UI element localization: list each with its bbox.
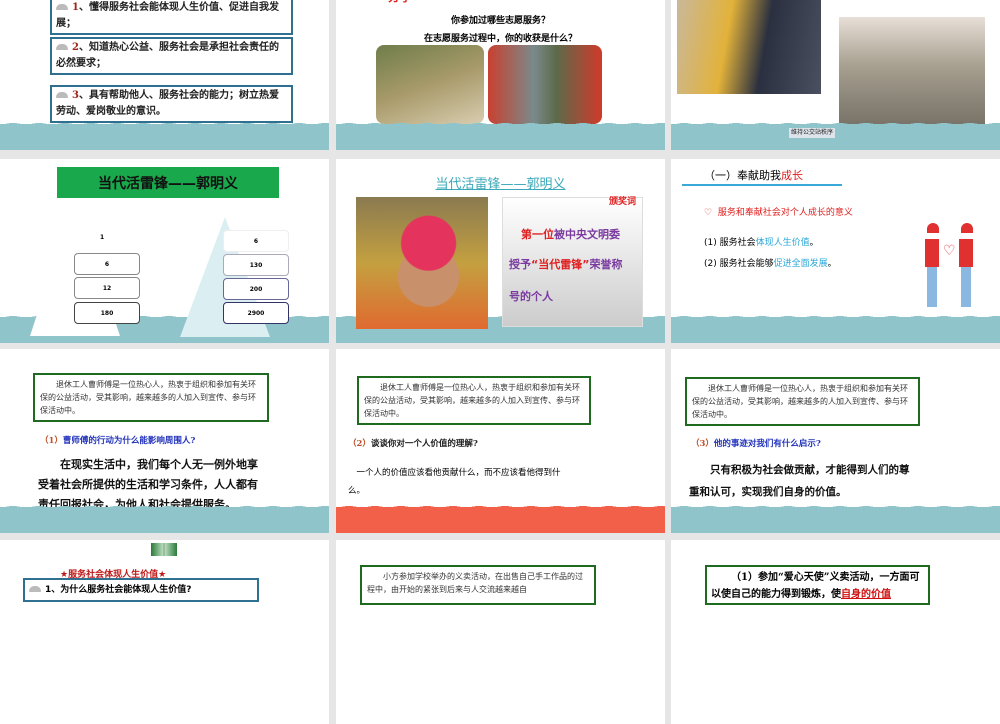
museum-guide-photo: [677, 0, 821, 94]
slide-thumbnail-3[interactable]: 维持公交站秩序: [671, 0, 1000, 150]
portrait-photo: [356, 197, 488, 329]
hat-icon: [56, 44, 68, 50]
question-1: 你参加过哪些志愿服务？: [450, 16, 550, 26]
volunteer-photo-street: [488, 45, 602, 124]
slide-thumbnail-11[interactable]: 小方参加学校举办的义卖活动，在出售自己手工作品的过程中，由开始的紧张到后来与人交…: [336, 540, 665, 724]
question: （2）谈谈你对一个人价值的理解?: [348, 437, 478, 449]
book-icon: [151, 543, 177, 556]
award-line-3: 号的个人: [509, 290, 553, 303]
question-box: 1、为什么服务社会能体现人生价值?: [23, 578, 259, 602]
value-left-1: 1: [100, 234, 105, 241]
value-right-4: 2900: [223, 302, 289, 324]
share-heading: 分享: [388, 0, 412, 5]
value-left-4: 180: [74, 302, 140, 324]
title-bar: 当代活雷锋——郭明义: [57, 167, 279, 198]
section-title: （一）奉献助我成长: [704, 167, 803, 183]
award-line-1: 被中央文明委: [554, 228, 620, 241]
slide-thumbnail-7[interactable]: 退休工人曹师傅是一位热心人，热衷于组织和参加有关环保的公益活动，受其影响，越来越…: [0, 349, 329, 533]
highlight-text: 第一位: [521, 228, 554, 241]
award-text-box: 颁奖词 第一位被中央文明委 授予“当代雷锋”荣誉称 号的个人: [502, 197, 643, 327]
bus-stop-photo: [839, 17, 985, 137]
item-1: (1) 服务社会体现人生价值。: [704, 235, 819, 248]
photo-caption: 维持公交站秩序: [789, 128, 836, 138]
story-box: 退休工人曹师傅是一位热心人，热衷于组织和参加有关环保的公益活动，受其影响，越来越…: [685, 377, 920, 426]
wave-band: [671, 120, 1000, 150]
item-2: (2) 服务社会能够促进全面发展。: [704, 256, 837, 269]
item-text: 。: [827, 259, 837, 269]
award-line-2b: 荣誉称: [589, 258, 623, 271]
award-label: 颁奖词: [608, 197, 636, 207]
value-right-2: 130: [223, 254, 289, 276]
title-highlight: 成长: [781, 169, 803, 182]
title-text: （一）奉献助我: [704, 169, 781, 182]
story-box: 退休工人曹师傅是一位热心人，热衷于组织和参加有关环保的公益活动，受其影响，越来越…: [357, 376, 591, 425]
wave-band: [671, 503, 1000, 533]
objective-3: 3、具有帮助他人、服务社会的能力；树立热爱劳动、爱岗敬业的意识。: [50, 85, 293, 123]
title-underline: [682, 184, 842, 186]
question-text: 1、为什么服务社会能体现人生价值?: [45, 585, 192, 595]
answer-box: （1）参加“爱心天使”义卖活动，一方面可以使自己的能力得到锻炼，使自身的价值: [705, 565, 930, 605]
person-icon: [29, 586, 41, 592]
value-left-2: 6: [74, 253, 140, 275]
question-text: 曹师傅的行动为什么能影响周围人?: [62, 436, 196, 446]
question-text: 他的事迹对我们有什么启示?: [713, 439, 821, 449]
slide-title: 当代活雷锋——郭明义: [435, 177, 566, 192]
point-line: ♡ 服务和奉献社会对个人成长的意义: [704, 205, 853, 218]
slide-thumbnail-12[interactable]: （1）参加“爱心天使”义卖活动，一方面可以使自己的能力得到锻炼，使自身的价值: [671, 540, 1000, 724]
slide-thumbnail-8[interactable]: 退休工人曹师傅是一位热心人，热衷于组织和参加有关环保的公益活动，受其影响，越来越…: [336, 349, 665, 533]
item-highlight: 体现人生价值: [755, 238, 810, 248]
wave-band: [336, 503, 665, 533]
value-left-3: 12: [74, 277, 140, 299]
hat-icon: [56, 92, 68, 98]
slide-thumbnail-4[interactable]: 当代活雷锋——郭明义 1 6 12 180 6 130 200 2900: [0, 159, 329, 343]
question-number: （2）: [348, 439, 371, 449]
slide-thumbnail-2[interactable]: 分享 你参加过哪些志愿服务？ 在志愿服务过程中，你的收获是什么？: [336, 0, 665, 150]
value-right-3: 200: [223, 278, 289, 300]
answer-highlight: 自身的价值: [841, 589, 891, 600]
question-number: （3）: [691, 439, 714, 449]
volunteer-photo-cleanup: [376, 45, 484, 124]
item-highlight: 促进全面发展: [773, 259, 828, 269]
item-text: (2) 服务社会能够: [704, 259, 774, 269]
heart-icon: ♡: [704, 208, 713, 218]
wave-band: [0, 503, 329, 533]
question-2: 在志愿服务过程中，你的收获是什么？: [423, 34, 577, 44]
slide-thumbnail-9[interactable]: 退休工人曹师傅是一位热心人，热衷于组织和参加有关环保的公益活动，受其影响，越来越…: [671, 349, 1000, 533]
answer-text: 只有积极为社会做贡献，才能得到人们的尊重和认可，实现我们自身的价值。: [689, 464, 910, 498]
item-text: 。: [809, 238, 819, 248]
wave-band: [0, 120, 329, 150]
wave-band: [336, 120, 665, 150]
value-right-1: 6: [223, 230, 289, 252]
point-text: 服务和奉献社会对个人成长的意义: [717, 208, 853, 218]
volunteer-cartoon: ♡: [923, 221, 981, 311]
objective-2: 2、知道热心公益、服务社会是承担社会责任的必然要求；: [50, 37, 293, 75]
story-box: 退休工人曹师傅是一位热心人，热衷于组织和参加有关环保的公益活动，受其影响，越来越…: [33, 373, 269, 422]
slide-thumbnail-6[interactable]: （一）奉献助我成长 ♡ 服务和奉献社会对个人成长的意义 (1) 服务社会体现人生…: [671, 159, 1000, 343]
hat-icon: [56, 4, 68, 10]
question-number: （1）: [40, 436, 63, 446]
question: （1）曹师傅的行动为什么能影响周围人?: [40, 434, 195, 446]
heart-icon: ♡: [943, 243, 956, 259]
story-box: 小方参加学校举办的义卖活动，在出售自己手工作品的过程中，由开始的紧张到后来与人交…: [360, 565, 596, 605]
wave-band: [671, 313, 1000, 343]
slide-thumbnail-10[interactable]: ★服务社会体现人生价值★ 1、为什么服务社会能体现人生价值?: [0, 540, 329, 724]
highlight-text: “当代雷锋”: [531, 258, 590, 271]
question: （3）他的事迹对我们有什么启示?: [691, 437, 821, 449]
objective-1: 1、懂得服务社会能体现人生价值、促进自我发展；: [50, 0, 293, 35]
answer-text: 一个人的价值应该看他贡献什么，而不应该看他得到什么。: [348, 468, 561, 496]
award-line-2a: 授予: [509, 258, 531, 271]
slide-thumbnail-5[interactable]: 当代活雷锋——郭明义 颁奖词 第一位被中央文明委 授予“当代雷锋”荣誉称 号的个…: [336, 159, 665, 343]
slide-thumbnail-1[interactable]: 1、懂得服务社会能体现人生价值、促进自我发展； 2、知道热心公益、服务社会是承担…: [0, 0, 329, 150]
item-text: (1) 服务社会: [704, 238, 756, 248]
question-text: 谈谈你对一个人价值的理解?: [370, 439, 478, 449]
